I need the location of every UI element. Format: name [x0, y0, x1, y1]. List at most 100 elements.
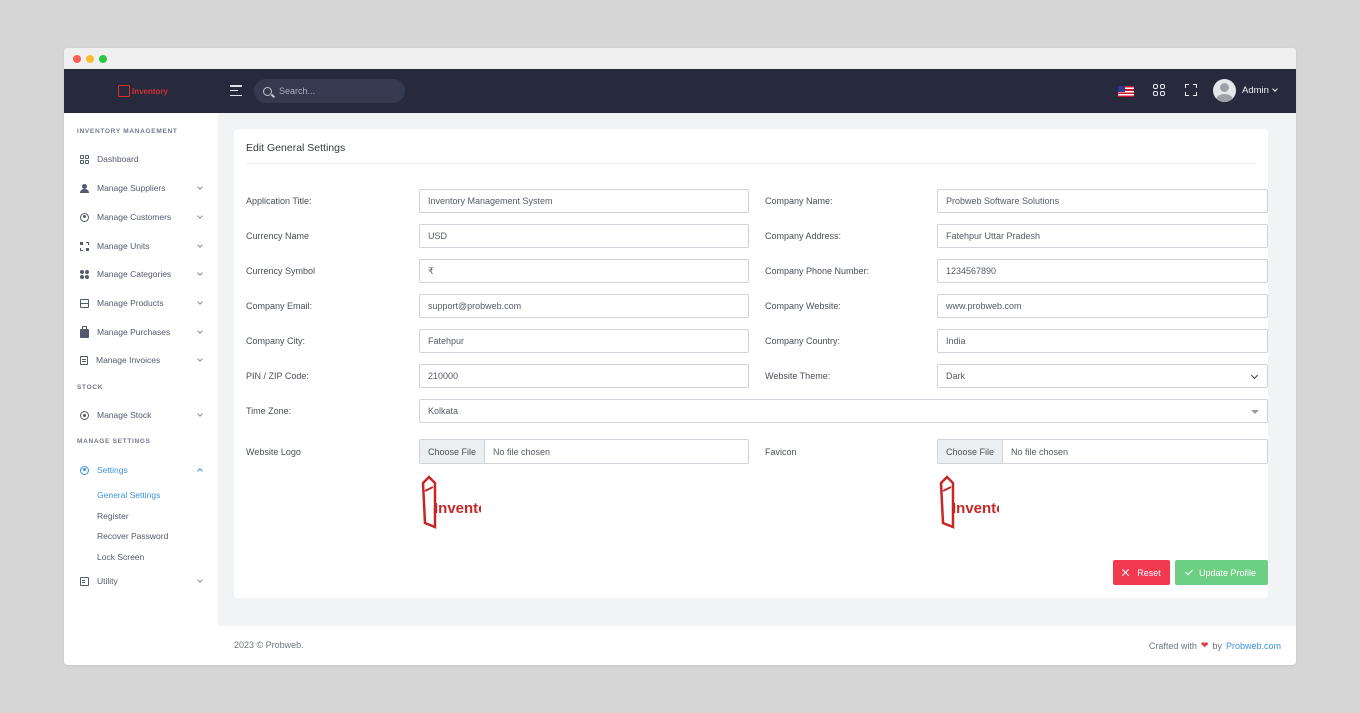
company-address-label: Company Address:	[765, 231, 842, 241]
footer-credit: Crafted with ❤ by Probweb.com	[1149, 640, 1281, 651]
search-input[interactable]: Search...	[279, 86, 315, 96]
sidebar-item-categories[interactable]: Manage Categories	[80, 267, 203, 281]
sidebar-subitem-recover-password[interactable]: Recover Password	[97, 531, 168, 541]
sidebar-item-purchases[interactable]: Manage Purchases	[80, 325, 203, 339]
close-icon	[1122, 569, 1129, 576]
us-flag-icon[interactable]	[1118, 86, 1134, 97]
sidebar-subitem-general-settings[interactable]: General Settings	[97, 490, 160, 500]
brand-logo[interactable]: Inventory	[118, 85, 168, 97]
website-logo-file-input[interactable]: Choose File No file chosen	[419, 439, 749, 464]
chevron-down-icon	[197, 411, 203, 417]
chevron-down-icon	[197, 184, 203, 190]
browser-window: Inventory Search... Admin INVENTORY MANA…	[64, 48, 1296, 665]
avatar[interactable]	[1213, 79, 1236, 102]
top-navbar: Inventory Search... Admin	[64, 69, 1296, 113]
company-phone-input[interactable]: 1234567890	[937, 259, 1268, 283]
user-icon	[80, 183, 89, 193]
user-menu[interactable]: Admin	[1242, 85, 1278, 96]
chevron-down-icon	[197, 270, 203, 276]
website-theme-select[interactable]: Dark	[937, 364, 1268, 388]
search-box[interactable]: Search...	[254, 79, 405, 103]
user-name: Admin	[1242, 85, 1269, 96]
sidebar-item-dashboard[interactable]: Dashboard	[80, 152, 202, 166]
company-address-input[interactable]: Fatehpur Uttar Pradesh	[937, 224, 1268, 248]
company-name-input[interactable]: Probweb Software Solutions	[937, 189, 1268, 213]
categories-icon	[80, 269, 89, 279]
utility-icon	[80, 576, 89, 586]
company-phone-label: Company Phone Number:	[765, 266, 870, 276]
sidebar-item-label: Manage Customers	[97, 212, 172, 222]
currency-symbol-input[interactable]: ₹	[419, 259, 749, 283]
probweb-link[interactable]: Probweb.com	[1226, 641, 1281, 651]
choose-file-button[interactable]: Choose File	[420, 440, 486, 463]
chevron-down-icon	[197, 299, 203, 305]
reset-label: Reset	[1137, 567, 1161, 578]
sidebar-item-customers[interactable]: Manage Customers	[80, 210, 203, 224]
divider	[246, 163, 1256, 164]
time-zone-value: Kolkata	[428, 406, 459, 416]
sidebar-item-units[interactable]: Manage Units	[80, 239, 203, 253]
fullscreen-icon[interactable]	[1185, 84, 1197, 96]
sidebar-item-label: Manage Categories	[97, 269, 172, 279]
file-status: No file chosen	[1011, 446, 1069, 457]
settings-icon	[80, 465, 89, 475]
section-manage-settings: MANAGE SETTINGS	[77, 438, 151, 445]
update-label: Update Profile	[1198, 567, 1257, 578]
sidebar-item-utility[interactable]: Utility	[80, 574, 203, 588]
sidebar-item-label: Manage Invoices	[96, 355, 161, 365]
update-profile-button[interactable]: Update Profile	[1175, 560, 1268, 585]
favicon-file-input[interactable]: Choose File No file chosen	[937, 439, 1268, 464]
sidebar-item-invoices[interactable]: Manage Invoices	[80, 353, 203, 367]
bag-icon	[80, 325, 89, 338]
chevron-up-icon	[197, 468, 203, 474]
dashboard-icon	[80, 154, 89, 164]
currency-name-input[interactable]: USD	[419, 224, 749, 248]
sidebar-item-label: Manage Purchases	[97, 327, 171, 337]
sidebar-item-stock[interactable]: Manage Stock	[80, 408, 203, 422]
brand-name: Inventory	[132, 86, 169, 96]
time-zone-select[interactable]: Kolkata	[419, 399, 1268, 423]
app-title-label: Application Title:	[246, 196, 312, 206]
sidebar-item-products[interactable]: Manage Products	[80, 296, 203, 310]
settings-card: Edit General Settings Application Title:…	[234, 129, 1268, 598]
favicon-label: Favicon	[765, 447, 797, 457]
company-city-input[interactable]: Fatehpur	[419, 329, 749, 353]
chevron-down-icon	[197, 213, 203, 219]
brand-mark-icon	[118, 85, 130, 97]
website-theme-value: Dark	[946, 371, 966, 381]
sidebar-item-label: Manage Units	[97, 241, 150, 251]
company-email-input[interactable]: support@probweb.com	[419, 294, 749, 318]
company-website-input[interactable]: www.probweb.com	[937, 294, 1268, 318]
sidebar-item-label: Manage Products	[97, 298, 164, 308]
choose-file-button[interactable]: Choose File	[938, 440, 1004, 463]
sidebar-item-suppliers[interactable]: Manage Suppliers	[80, 181, 203, 195]
stock-icon	[80, 410, 89, 420]
sidebar-subitem-lock-screen[interactable]: Lock Screen	[97, 552, 144, 562]
apps-grid-icon[interactable]	[1153, 84, 1165, 96]
sidebar-item-label: Dashboard	[97, 154, 139, 164]
website-logo-label: Website Logo	[246, 447, 301, 457]
chevron-down-icon	[1250, 371, 1259, 380]
customer-icon	[80, 212, 89, 222]
company-country-input[interactable]: India	[937, 329, 1268, 353]
search-icon	[263, 86, 272, 96]
maximize-window-dot[interactable]	[99, 55, 107, 63]
chevron-down-icon	[1272, 86, 1278, 92]
section-inventory-management: INVENTORY MANAGEMENT	[77, 128, 178, 135]
heart-icon: ❤	[1200, 640, 1209, 650]
svg-text:Inventory: Inventory	[952, 500, 999, 517]
chevron-down-icon	[197, 242, 203, 248]
sidebar-subitem-register[interactable]: Register	[97, 511, 129, 521]
footer: 2023 © Probweb. Crafted with ❤ by Probwe…	[218, 626, 1296, 665]
close-window-dot[interactable]	[73, 55, 81, 63]
sidebar-item-label: Manage Stock	[97, 410, 152, 420]
section-stock: STOCK	[77, 384, 104, 391]
hamburger-icon[interactable]	[230, 85, 242, 96]
pin-code-input[interactable]: 210000	[419, 364, 749, 388]
app-title-input[interactable]: Inventory Management System	[419, 189, 749, 213]
footer-copyright: 2023 © Probweb.	[234, 640, 304, 650]
sidebar-item-settings[interactable]: Settings	[80, 463, 203, 477]
reset-button[interactable]: Reset	[1113, 560, 1170, 585]
minimize-window-dot[interactable]	[86, 55, 94, 63]
chevron-down-icon	[197, 356, 203, 362]
